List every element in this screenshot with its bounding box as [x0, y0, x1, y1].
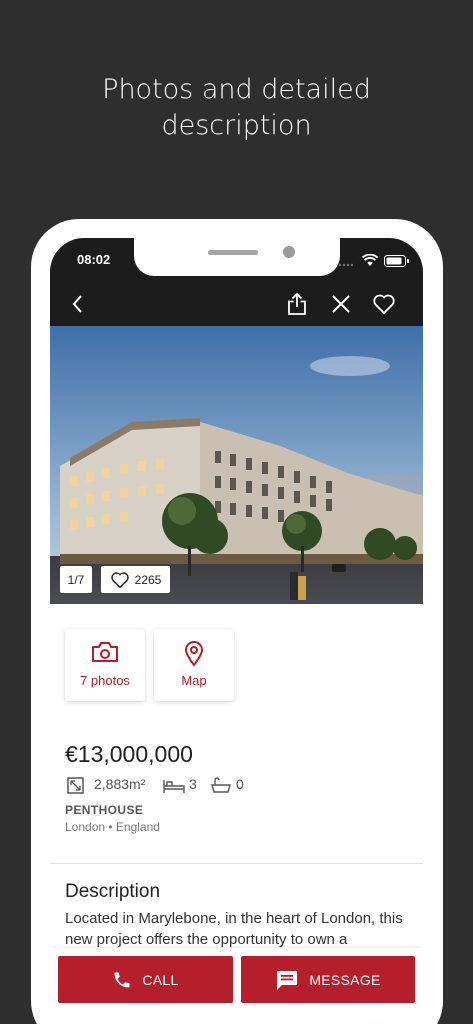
map-button[interactable]: Map: [154, 629, 234, 701]
signal-icon: [338, 263, 354, 267]
back-chevron-icon[interactable]: [66, 292, 90, 316]
likes-badge[interactable]: 2265: [101, 566, 170, 593]
call-button-label: CALL: [142, 971, 179, 988]
heart-icon[interactable]: [372, 292, 396, 316]
speaker-grille: [208, 250, 258, 255]
bathrooms-value: 0: [236, 776, 244, 792]
bed-icon: [163, 780, 185, 793]
message-button[interactable]: MESSAGE: [241, 956, 415, 1003]
area-icon: [67, 777, 84, 794]
promo-headline-line1: Photos and detailed: [102, 74, 371, 105]
front-camera: [283, 246, 295, 258]
top-bar: 08:02: [50, 238, 423, 326]
map-button-label: Map: [181, 673, 207, 688]
promo-headline-line2: description: [161, 110, 312, 141]
photo-counter-badge: 1/7: [60, 566, 92, 593]
phone-notch: [134, 238, 340, 276]
phone-icon: [114, 972, 130, 987]
battery-icon: [384, 255, 409, 267]
camera-icon: [92, 642, 118, 662]
likes-count: 2265: [134, 572, 162, 587]
message-icon: [277, 970, 298, 990]
heart-outline-icon: [110, 571, 129, 588]
status-time: 08:02: [77, 252, 111, 267]
area-value: 2,883m²: [94, 776, 146, 792]
bottom-action-bar: CALL MESSAGE: [50, 948, 423, 1024]
property-photo[interactable]: [50, 326, 423, 604]
photo-counter: 1/7: [67, 572, 85, 587]
message-button-label: MESSAGE: [309, 971, 381, 988]
photos-button[interactable]: 7 photos: [65, 629, 145, 701]
bedrooms-value: 3: [189, 776, 197, 792]
photos-button-label: 7 photos: [80, 673, 130, 688]
close-icon[interactable]: [329, 292, 353, 316]
description-heading: Description: [65, 881, 161, 902]
call-button[interactable]: CALL: [58, 956, 233, 1003]
promo-headline: Photos and detailed description: [0, 72, 473, 144]
property-type: PENTHOUSE: [65, 803, 144, 817]
phone-screen: 08:02 1/7 2265 7 photos Map €13,000,000 …: [50, 238, 423, 1024]
listing-price: €13,000,000: [65, 741, 193, 767]
location-pin-icon: [184, 641, 204, 667]
bathtub-icon: [211, 777, 231, 793]
share-icon[interactable]: [285, 292, 309, 316]
section-divider: [50, 863, 423, 864]
property-location: London • England: [65, 820, 160, 834]
wifi-icon: [362, 254, 378, 266]
